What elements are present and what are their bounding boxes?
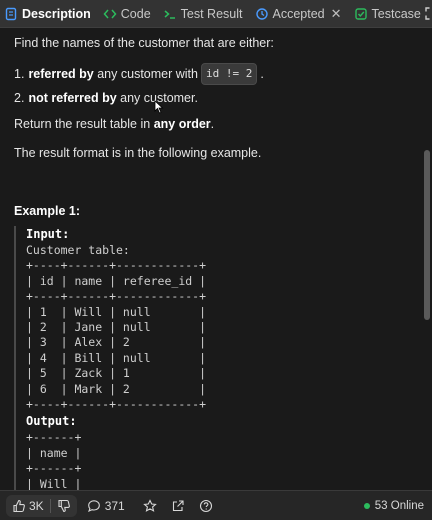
text-span: Return the result table in (14, 117, 151, 131)
share-icon (171, 499, 185, 513)
tab-test-result[interactable]: Test Result (159, 0, 247, 27)
format-text: The result format is in the following ex… (14, 146, 262, 160)
tab-testcase[interactable]: Testcase (350, 0, 425, 27)
maximize-icon[interactable] (425, 7, 432, 20)
example-block: Input: Customer table: +----+------+----… (14, 226, 409, 490)
terminal-icon (163, 7, 177, 21)
intro-text: Find the names of the customer that are … (14, 36, 274, 50)
list-number: 1. (14, 67, 25, 81)
list-item: 1. referred by any customer with id != 2… (14, 62, 264, 86)
tab-code[interactable]: Code (99, 0, 155, 27)
tab-label: Description (22, 6, 91, 21)
tab-bar: Description Code Test Result Accepted ✕ … (0, 0, 432, 28)
problem-description: Find the names of the customer that are … (0, 28, 422, 490)
code-icon (103, 7, 117, 21)
example-heading: Example 1: (14, 204, 81, 218)
like-button[interactable]: 3K (12, 499, 44, 513)
tab-label: Code (120, 6, 151, 21)
tab-label: Accepted (272, 6, 325, 21)
bold-text: referred by (28, 67, 94, 81)
online-dot-icon (363, 502, 370, 509)
tab-accepted[interactable]: Accepted ✕ (251, 0, 346, 27)
order-text: Return the result table in any order. (14, 115, 214, 133)
thumbs-down-icon (57, 499, 71, 513)
bold-text: any order (153, 117, 211, 131)
tab-label: Test Result (180, 6, 243, 21)
list-text: any customer with (97, 67, 198, 81)
vote-pill: 3K (6, 494, 77, 517)
table-caption: Customer table: (26, 243, 130, 257)
input-label: Input: (26, 227, 70, 241)
comment-count: 371 (104, 498, 125, 513)
punctuation: . (260, 67, 264, 81)
thumbs-up-icon (12, 499, 26, 513)
online-indicator: 53 Online (363, 499, 432, 512)
punctuation: . (210, 117, 215, 131)
close-icon[interactable]: ✕ (331, 6, 342, 22)
mouse-cursor-icon (154, 100, 164, 114)
inline-code: id != 2 (200, 63, 258, 85)
tab-description[interactable]: Description (0, 0, 95, 27)
favorite-button[interactable] (142, 498, 157, 513)
dislike-button[interactable] (57, 499, 71, 513)
customer-table: +----+------+------------+ | id | name |… (26, 258, 207, 412)
share-button[interactable] (171, 499, 185, 513)
online-count: 53 Online (374, 499, 424, 512)
tab-label: Testcase (371, 6, 421, 21)
output-table: +------+ | name | +------+ | Will | (26, 430, 82, 490)
help-button[interactable] (199, 499, 213, 513)
output-label: Output: (26, 414, 77, 429)
star-icon (142, 498, 157, 513)
like-count: 3K (29, 498, 44, 513)
scrollbar[interactable] (424, 150, 430, 320)
comment-icon (87, 499, 101, 513)
help-icon (199, 499, 213, 513)
bottom-bar: 3K 371 53 Online (0, 490, 432, 520)
bold-text: not referred by (28, 91, 117, 105)
description-icon (4, 7, 18, 21)
checkbox-icon (354, 7, 368, 21)
condition-list: 1. referred by any customer with id != 2… (14, 62, 264, 110)
pill-divider (49, 498, 51, 513)
comments-button[interactable]: 371 (87, 499, 125, 513)
history-icon (255, 7, 269, 21)
list-number: 2. (14, 91, 25, 105)
list-item: 2. not referred by any customer. (14, 86, 264, 110)
